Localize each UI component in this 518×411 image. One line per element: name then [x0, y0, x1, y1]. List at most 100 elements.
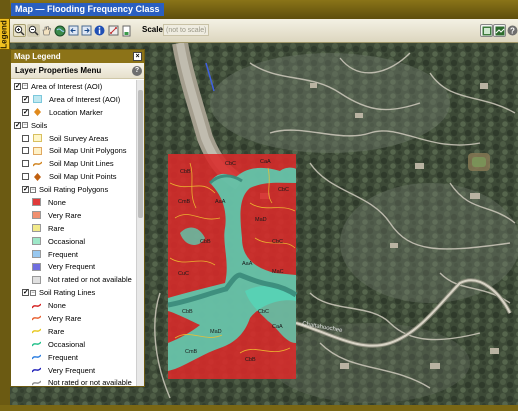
layer-checkbox[interactable]: ✓ — [14, 82, 21, 90]
layer-checkbox[interactable] — [22, 147, 29, 155]
map-legend-panel: Map Legend × Layer Properties Menu ? ✓ − A… — [10, 49, 145, 387]
legend-row[interactable]: ✓ − Area of Interest (AOI) — [11, 80, 138, 93]
measure-icon[interactable] — [107, 24, 120, 37]
legend-row-label: Very Rare — [48, 313, 82, 323]
collapse-toggle-icon[interactable]: − — [30, 289, 36, 296]
legend-row-label: Rare — [48, 326, 65, 336]
unit-label: CbB — [245, 357, 256, 363]
unit-label: CmB — [185, 349, 198, 355]
legend-swatch-area — [32, 224, 41, 233]
layer-checkbox[interactable]: ✓ — [22, 186, 29, 194]
window-bottom-border — [0, 405, 518, 411]
close-icon[interactable]: × — [133, 52, 142, 61]
unit-label: CbC — [272, 239, 283, 245]
unit-label: CbC — [258, 309, 269, 315]
full-extent-icon[interactable] — [53, 24, 66, 37]
help-icon[interactable]: ? — [506, 24, 518, 37]
legend-scrollbar-thumb[interactable] — [138, 90, 143, 218]
map-toolbar: Scale (not to scale) ▾ ? — [10, 19, 518, 43]
help-icon[interactable]: ? — [132, 66, 142, 76]
layer-checkbox[interactable] — [22, 160, 29, 168]
unit-label: AaA — [215, 199, 226, 205]
legend-row[interactable]: Soil Map Unit Points — [11, 170, 138, 183]
map-view-icon[interactable] — [480, 24, 493, 37]
legend-swatch-line — [31, 366, 42, 374]
legend-row[interactable]: ✓ − Soils — [11, 119, 138, 132]
zoom-out-icon[interactable] — [27, 24, 40, 37]
collapse-toggle-icon[interactable]: − — [22, 83, 28, 90]
print-icon[interactable] — [120, 24, 133, 37]
legend-side-tab-label: Legend — [0, 19, 10, 49]
legend-row-label: Rare — [48, 223, 65, 233]
legend-row-label: Very Rare — [48, 210, 82, 220]
legend-row: None — [11, 299, 138, 312]
legend-swatch-line — [31, 379, 42, 386]
layer-checkbox[interactable] — [22, 134, 29, 142]
layer-checkbox[interactable]: ✓ — [22, 95, 29, 103]
legend-swatch-area — [32, 275, 41, 284]
legend-row[interactable]: ✓ Location Marker — [11, 106, 138, 119]
legend-row: Rare — [11, 325, 138, 338]
collapse-toggle-icon[interactable]: − — [22, 122, 28, 129]
legend-swatch-area — [32, 250, 41, 259]
legend-row-label: Occasional — [48, 339, 86, 349]
unit-label: CbC — [278, 187, 289, 193]
layer-checkbox[interactable]: ✓ — [22, 289, 29, 297]
legend-row: Very Frequent — [11, 260, 138, 273]
legend-swatch-area — [33, 146, 42, 155]
legend-row: Very Rare — [11, 312, 138, 325]
zoom-in-icon[interactable] — [13, 24, 26, 37]
legend-row-label: Frequent — [48, 249, 79, 259]
legend-side-tab[interactable]: Legend — [0, 18, 10, 50]
layer-checkbox[interactable] — [22, 173, 29, 181]
legend-row[interactable]: Soil Survey Areas — [11, 132, 138, 145]
legend-row: Rare — [11, 222, 138, 235]
soil-rating-overlay: CbB CbC CaA CmB MaD CbB CbC AaA CuC MaC … — [167, 154, 298, 379]
pan-icon[interactable] — [40, 24, 53, 37]
legend-row-label: Soil Map Unit Points — [49, 172, 117, 182]
legend-row-label: Soil Map Unit Polygons — [49, 146, 127, 156]
legend-header: Map Legend × — [11, 50, 144, 63]
legend-row-label: Area of Interest (AOI) — [31, 81, 103, 91]
location-marker-icon — [33, 108, 42, 117]
layer-properties-menu: Layer Properties Menu ? — [11, 63, 144, 79]
legend-row-label: Soils — [31, 120, 48, 130]
legend-row-label: None — [48, 197, 66, 207]
legend-row: Not rated or not available — [11, 376, 138, 386]
legend-row[interactable]: ✓ − Soil Rating Lines — [11, 286, 138, 299]
layer-properties-title: Layer Properties Menu — [15, 66, 102, 75]
location-marker-icon — [33, 172, 42, 181]
layer-checkbox[interactable]: ✓ — [22, 108, 29, 116]
legend-row[interactable]: ✓ − Soil Rating Polygons — [11, 183, 138, 196]
scale-label: Scale — [142, 25, 163, 34]
unit-label: CbB — [180, 169, 191, 175]
legend-swatch-area — [33, 95, 42, 104]
unit-label: CmB — [178, 199, 191, 205]
legend-swatch-area — [32, 198, 41, 207]
back-icon[interactable] — [67, 24, 80, 37]
legend-row-label: Very Frequent — [48, 262, 96, 272]
legend-row[interactable]: Soil Map Unit Polygons — [11, 144, 138, 157]
svg-text:?: ? — [510, 26, 515, 35]
legend-swatch-area — [33, 134, 42, 142]
legend-row[interactable]: ✓ Area of Interest (AOI) — [11, 93, 138, 106]
map-window: Legend Map — Flooding Frequency Class Sc… — [0, 0, 518, 411]
legend-swatch-area — [32, 211, 41, 220]
collapse-toggle-icon[interactable]: − — [30, 186, 36, 193]
legend-scrollbar[interactable] — [136, 80, 144, 386]
map-layers-icon[interactable] — [493, 24, 506, 37]
scale-select-value: (not to scale) — [166, 27, 207, 34]
legend-row: None — [11, 196, 138, 209]
unit-label: CaA — [272, 324, 283, 330]
layer-checkbox[interactable]: ✓ — [14, 121, 21, 129]
unit-label: MaD — [255, 217, 267, 223]
scale-select[interactable]: (not to scale) ▾ — [163, 24, 209, 36]
unit-label: CbB — [182, 309, 193, 315]
legend-row[interactable]: Soil Map Unit Lines — [11, 157, 138, 170]
legend-row-label: Soil Rating Lines — [39, 288, 96, 298]
unit-label: CuC — [178, 271, 189, 277]
legend-title: Map Legend — [14, 52, 61, 61]
legend-row: Frequent — [11, 351, 138, 364]
forward-icon[interactable] — [80, 24, 93, 37]
identify-icon[interactable] — [93, 24, 106, 37]
